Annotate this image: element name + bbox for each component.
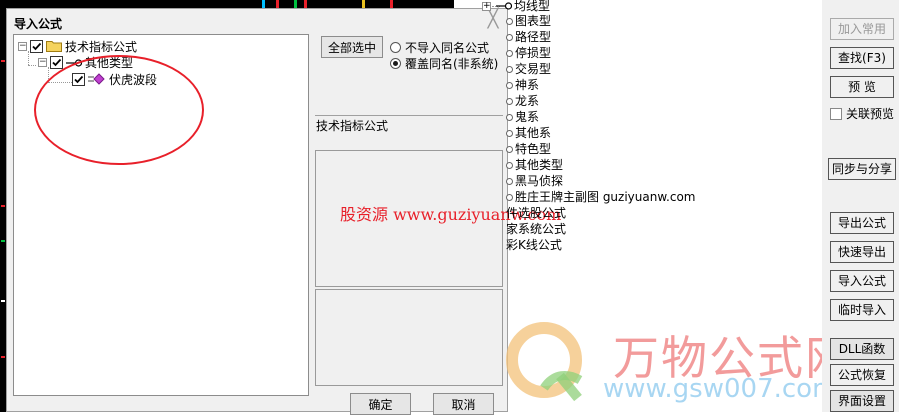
dialog-title: 导入公式 (14, 17, 63, 31)
description-panel (315, 289, 503, 386)
formula-category-item[interactable]: 交易型 (506, 61, 551, 77)
tree-node-technical-indicators[interactable]: − 技术指标公式 (18, 38, 137, 54)
key-icon (66, 57, 83, 67)
formula-category-item[interactable]: 鬼系 (506, 109, 539, 125)
expand-icon[interactable]: + (482, 2, 491, 11)
formula-category-item[interactable]: 图表型 (506, 13, 551, 29)
radio-icon[interactable] (390, 58, 401, 69)
select-all-button[interactable]: 全部选中 (321, 36, 383, 58)
diamond-icon (88, 73, 106, 85)
formula-category-item[interactable]: 均线型 (514, 0, 550, 14)
formula-category-item[interactable]: 其他系 (506, 125, 551, 141)
formula-category-item[interactable]: 特色型 (506, 141, 551, 157)
folder-icon (46, 40, 62, 52)
tree-node-other-types[interactable]: − 其他类型 (38, 54, 133, 70)
temp-import-button[interactable]: 临时导入 (830, 299, 894, 321)
add-to-favorites-button[interactable]: 加入常用 (830, 18, 894, 40)
formula-category-item[interactable]: 彩K线公式 (506, 237, 562, 253)
formula-category-item[interactable]: 停损型 (506, 45, 551, 61)
export-formula-button[interactable]: 导出公式 (830, 212, 894, 234)
formula-category-item[interactable]: 件选股公式 (506, 205, 566, 221)
close-icon[interactable]: ╳ (485, 10, 501, 28)
tree-checkbox[interactable] (30, 39, 43, 53)
formula-tree[interactable]: − 技术指标公式 − 其他类型 伏虎波段 (13, 34, 309, 396)
section-label: 技术指标公式 (316, 119, 389, 133)
preview-button[interactable]: 预 览 (830, 76, 894, 98)
checkbox-label: 关联预览 (846, 107, 895, 121)
chart-mark (1, 240, 5, 242)
divider (315, 115, 503, 116)
tree-checkbox[interactable] (50, 55, 63, 69)
formula-restore-button[interactable]: 公式恢复 (830, 364, 894, 386)
tree-node-label: 技术指标公式 (65, 39, 138, 54)
dll-function-button[interactable]: DLL函数 (830, 338, 894, 360)
tree-checkbox[interactable] (72, 72, 85, 86)
key-icon (496, 0, 513, 10)
formula-category-item[interactable]: 龙系 (506, 93, 539, 109)
formula-manager-toolbar: 加入常用 查找(F3) 预 览 关联预览 同步与分享 导出公式 快速导出 导入公… (822, 0, 899, 412)
brand-url: www.gsw007.com (603, 374, 838, 404)
collapse-icon[interactable]: − (38, 57, 47, 67)
import-formula-dialog: 导入公式 ╳ − 技术指标公式 − 其他类型 伏虎波段 全部选中 不导入同名公式… (6, 8, 561, 415)
formula-category-item[interactable]: 家系统公式 (506, 221, 566, 237)
chart-top-strip (6, 0, 454, 8)
linked-preview-checkbox[interactable]: 关联预览 (830, 105, 894, 122)
formula-category-item[interactable]: 胜庄王牌主副图 guziyuanw.com (506, 189, 696, 205)
checkbox-icon[interactable] (830, 107, 842, 120)
tree-node-label: 其他类型 (85, 55, 134, 70)
formula-category-item[interactable]: 神系 (506, 77, 539, 93)
chart-mark (1, 356, 5, 358)
chart-mark (1, 300, 5, 302)
radio-label: 不导入同名公式 (405, 41, 490, 55)
tree-node-fuhu-boduan[interactable]: 伏虎波段 (72, 71, 157, 87)
ui-settings-button[interactable]: 界面设置 (830, 390, 894, 412)
collapse-icon[interactable]: − (18, 41, 27, 51)
brand-logo-icon (502, 318, 587, 403)
formula-category-item[interactable]: 黑马侦探 (506, 173, 563, 189)
chart-mark (1, 60, 5, 62)
radio-skip-same-name[interactable]: 不导入同名公式 (390, 39, 489, 56)
tree-node-label: 伏虎波段 (109, 72, 158, 87)
radio-label: 覆盖同名(非系统) (405, 57, 499, 71)
find-button[interactable]: 查找(F3) (830, 47, 894, 69)
quick-export-button[interactable]: 快速导出 (830, 241, 894, 263)
formula-category-item[interactable]: 路径型 (506, 29, 551, 45)
chart-mark (1, 205, 5, 207)
import-formula-button[interactable]: 导入公式 (830, 270, 894, 292)
radio-overwrite-same-name[interactable]: 覆盖同名(非系统) (390, 55, 498, 72)
formula-category-item[interactable]: 其他类型 (506, 157, 563, 173)
sync-share-button[interactable]: 同步与分享 (828, 158, 896, 180)
radio-icon[interactable] (390, 42, 401, 53)
